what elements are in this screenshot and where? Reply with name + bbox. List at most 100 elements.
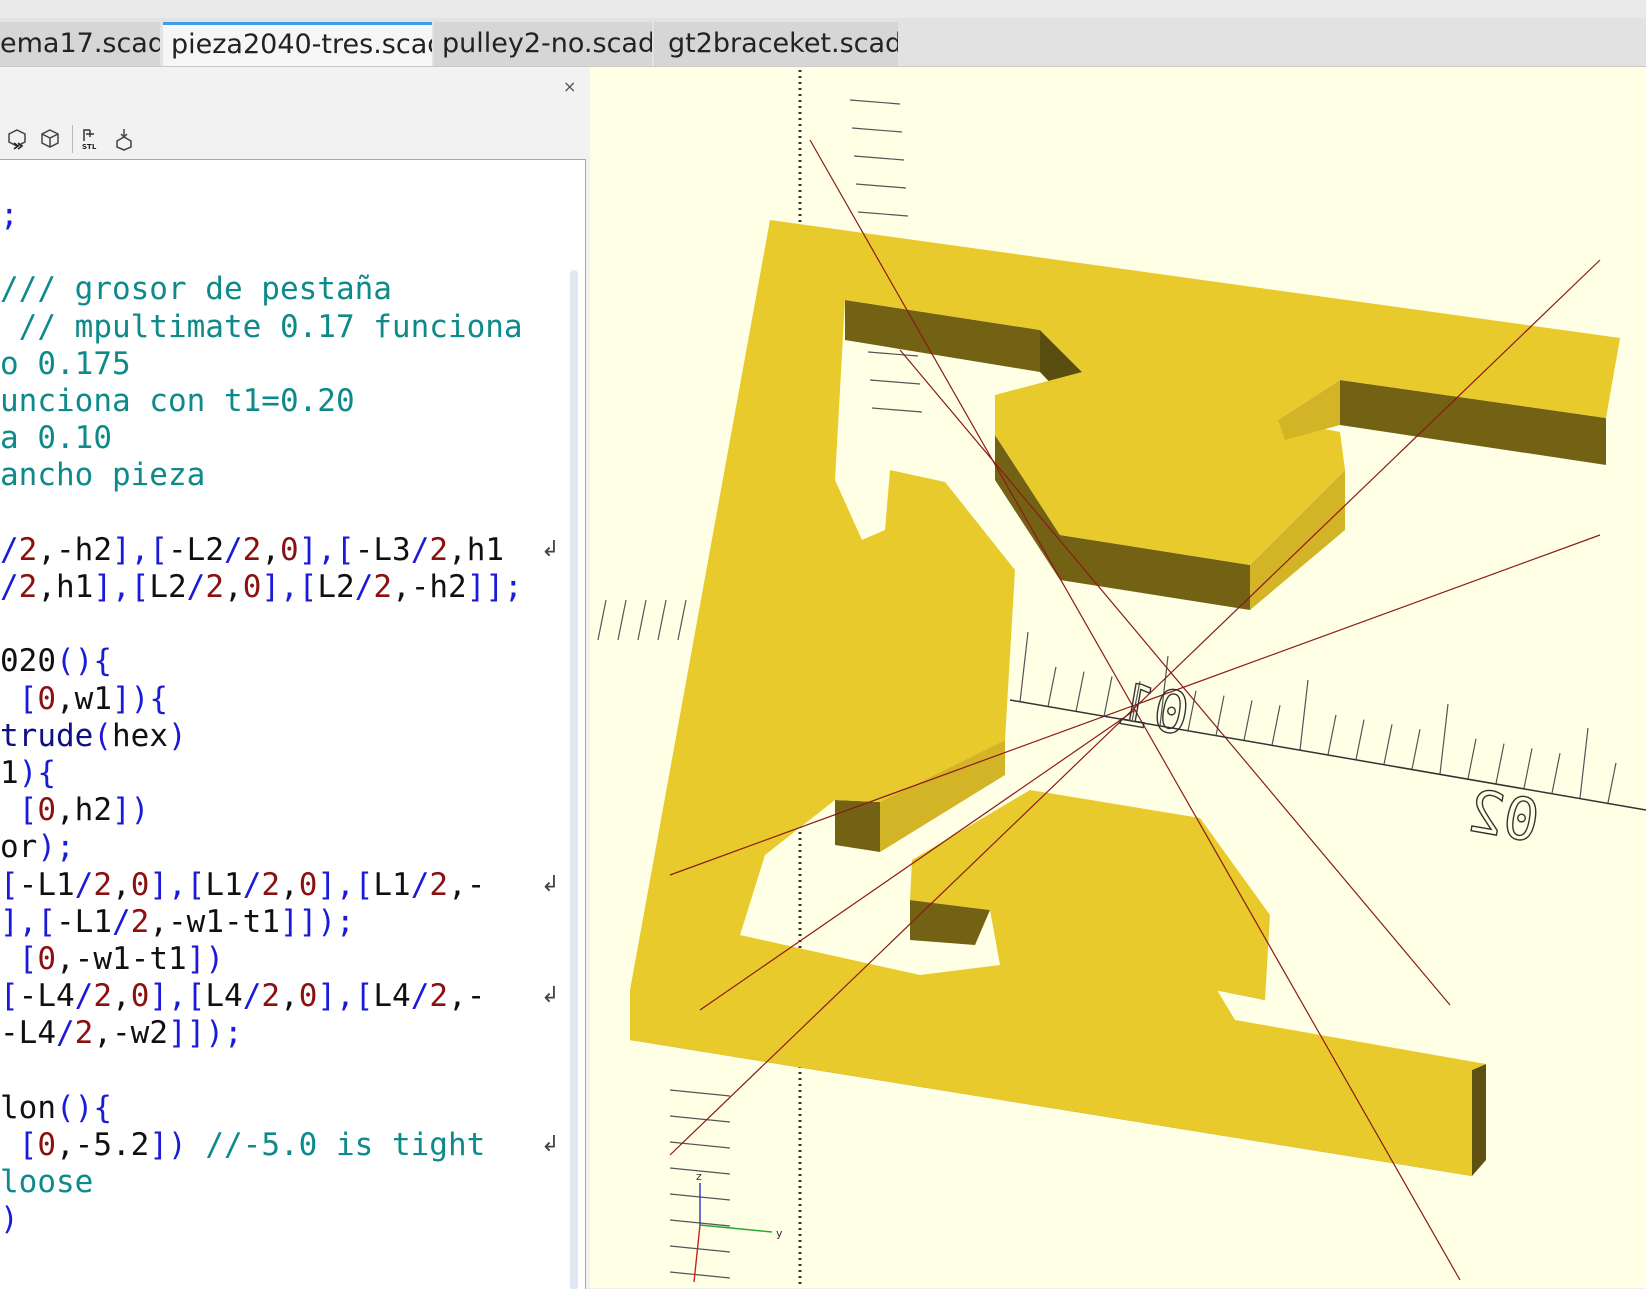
- close-icon[interactable]: ×: [563, 77, 576, 96]
- vertical-scrollbar[interactable]: [570, 270, 578, 1289]
- svg-text:STL: STL: [82, 143, 97, 151]
- tab-pieza2040-tres[interactable]: pieza2040-tres.scad×: [163, 22, 432, 66]
- code-token: ],[: [93, 569, 150, 605]
- code-token: ],[: [112, 531, 168, 568]
- export-3d-icon[interactable]: [112, 127, 136, 151]
- code-token: 2: [74, 1015, 94, 1052]
- code-token: [: [0, 866, 19, 903]
- ruler-tick: [617, 599, 627, 641]
- code-token: 020: [0, 643, 56, 680]
- code-line: unciona con t1=0.20: [0, 382, 355, 421]
- code-token: 0: [37, 1127, 56, 1163]
- code-token: ,-w2: [93, 1015, 168, 1052]
- ruler-tick: [1075, 671, 1085, 712]
- code-token: a 0.10: [0, 420, 112, 457]
- code-editor[interactable]: ; /// grosor de pestaña // mpultimate 0.1…: [0, 159, 586, 1289]
- ruler-tick: [597, 599, 607, 641]
- ruler-tick: [669, 1089, 731, 1097]
- code-token: ]];: [466, 569, 523, 605]
- code-token: ,-: [448, 866, 486, 903]
- code-token: 1: [0, 755, 19, 791]
- code-token: o 0.175: [0, 345, 131, 382]
- code-token: 0: [37, 680, 56, 717]
- code-token: L1: [373, 866, 411, 903]
- ruler-tick: [1047, 666, 1057, 707]
- code-token: /: [410, 978, 430, 1015]
- code-token: 0: [280, 531, 299, 568]
- code-token: ,: [261, 531, 281, 568]
- code-token: // mpultimate 0.17 funciona: [0, 308, 523, 345]
- render-icon[interactable]: [5, 127, 29, 151]
- code-token: 0: [130, 866, 150, 903]
- code-token: (: [93, 717, 112, 754]
- code-token: -L4: [0, 1015, 56, 1052]
- x-axis-ruler: [1009, 699, 1646, 811]
- code-token: 2: [93, 978, 113, 1015]
- code-token: 0: [298, 866, 318, 903]
- ruler-tick: [1439, 703, 1449, 775]
- ruler-tick: [1579, 727, 1589, 799]
- tab-label: ema17.scad: [0, 28, 160, 59]
- code-token: ,-h2: [37, 531, 112, 568]
- ruler-tick: [1523, 748, 1533, 789]
- code-token: 2: [18, 531, 38, 568]
- code-token: ,: [112, 978, 131, 1015]
- tab-pulley2-no[interactable]: pulley2-no.scad: [434, 22, 652, 66]
- export-stl-icon[interactable]: STL: [80, 127, 104, 151]
- tab-gt2braceket[interactable]: gt2braceket.scad: [654, 22, 898, 66]
- editor-toolbar: STL: [0, 117, 590, 161]
- code-token: /: [186, 569, 206, 605]
- code-token: ,: [224, 569, 243, 605]
- code-token: 2: [261, 978, 281, 1015]
- code-line: [-L4/2,0],[L4/2,0],[L4/2,-: [0, 977, 485, 1016]
- code-token: /: [224, 531, 243, 568]
- tab-ema17[interactable]: ema17.scad: [0, 22, 160, 66]
- code-token: ,: [280, 866, 299, 903]
- plate-right-edge: [1472, 1064, 1486, 1176]
- code-token: ): [168, 717, 187, 754]
- code-token: ],[: [317, 866, 374, 903]
- line-wrap-icon: ↲: [541, 1132, 560, 1157]
- code-line: a 0.10: [0, 419, 112, 458]
- tab-label: gt2braceket.scad: [668, 28, 898, 59]
- code-token: //-5.0 is tight: [205, 1127, 486, 1163]
- code-token: ,h2: [56, 792, 112, 829]
- ruler-tick: [637, 599, 647, 641]
- code-token: 2: [373, 569, 393, 605]
- code-line: /// grosor de pestaña: [0, 270, 392, 309]
- code-token: ){: [18, 755, 56, 791]
- ruler-tick: [1215, 695, 1225, 736]
- code-token: ,-5.2: [56, 1127, 150, 1163]
- code-line: lon(){: [0, 1089, 112, 1128]
- tab-label: pieza2040-tres.scad: [171, 29, 432, 60]
- code-token: hex: [112, 717, 168, 754]
- code-token: -L1: [18, 866, 75, 903]
- line-wrap-icon: ↲: [541, 871, 560, 897]
- code-token: 2: [429, 978, 449, 1015]
- ruler-tick: [1551, 753, 1561, 794]
- code-token: 0: [130, 978, 150, 1015]
- render-all-icon[interactable]: [38, 127, 62, 151]
- code-token: /: [410, 866, 430, 903]
- ruler-tick: [669, 1271, 731, 1279]
- code-line: trude(hex): [0, 717, 187, 756]
- ruler-tick: [857, 211, 909, 217]
- code-token: L2: [317, 569, 355, 605]
- ruler-tick: [1299, 679, 1309, 751]
- code-token: ]): [149, 1127, 206, 1163]
- code-token: ],[: [149, 978, 206, 1015]
- code-token: ,-w1-t1: [56, 941, 187, 977]
- code-token: ,h1: [37, 569, 94, 605]
- code-token: L4: [373, 978, 411, 1015]
- ruler-tick: [1327, 714, 1337, 755]
- ruler-tick: [849, 99, 901, 105]
- code-token: (){: [56, 643, 112, 680]
- 3d-viewport[interactable]: 01 02 z y: [590, 67, 1646, 1288]
- ruler-tick: [871, 407, 923, 413]
- code-token: ,-: [448, 978, 486, 1015]
- code-line: /2,h1],[L2/2,0],[L2/2,-h2]];: [0, 568, 523, 607]
- code-token: 2: [18, 569, 38, 605]
- tab-label: pulley2-no.scad: [442, 28, 652, 59]
- ruler-tick: [1411, 729, 1421, 770]
- code-line: -L4/2,-w2]]);: [0, 1014, 243, 1053]
